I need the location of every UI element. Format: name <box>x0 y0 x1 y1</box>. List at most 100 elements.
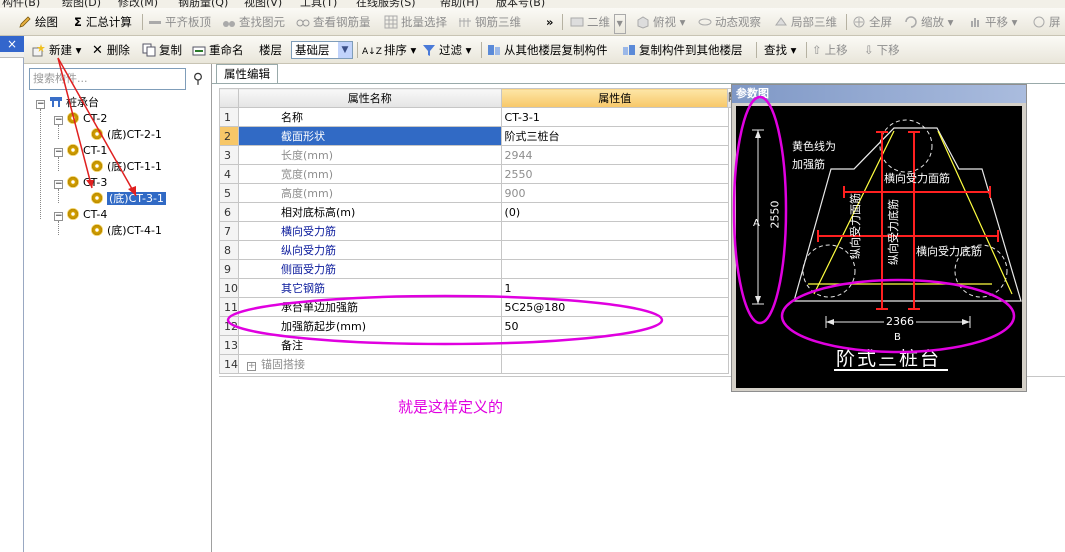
property-value[interactable]: 阶式三桩台 <box>500 126 730 146</box>
property-value[interactable]: CT-3-1 <box>500 107 730 127</box>
close-icon[interactable]: × <box>0 36 24 52</box>
dim-b-value: 2366 <box>884 315 916 328</box>
property-value[interactable]: 900 <box>500 183 730 203</box>
pan-button[interactable]: 平移 ▾ <box>968 13 1017 31</box>
table-row[interactable]: 7 横向受力筋 <box>219 221 730 241</box>
zoom-button[interactable]: 缩放 ▾ <box>904 13 953 31</box>
table-row[interactable]: 1 名称 CT-3-1 <box>219 107 730 127</box>
move-up-button[interactable]: ⇧ 上移 <box>812 41 848 59</box>
property-value[interactable] <box>500 354 730 374</box>
collapse-icon[interactable]: − <box>36 100 45 109</box>
table-row[interactable]: 3 长度(mm) 2944 <box>219 145 730 165</box>
tree-group[interactable]: − CT-2 <box>54 111 107 126</box>
collapse-icon[interactable]: − <box>54 116 63 125</box>
table-row[interactable]: 6 相对底标高(m) (0) <box>219 202 730 222</box>
expand-icon[interactable]: + <box>247 362 256 371</box>
component-icon <box>91 160 103 172</box>
sort-button[interactable]: A↓Z 排序 ▾ <box>362 41 416 59</box>
new-button[interactable]: 新建 ▾ <box>32 41 81 59</box>
property-value[interactable]: 2550 <box>500 164 730 184</box>
table-row[interactable]: 12 加强筋起步(mm) 50 <box>219 316 730 336</box>
rename-button[interactable]: 重命名 <box>192 41 244 59</box>
menu-modify[interactable]: 修改(M) <box>118 0 158 8</box>
tree-group[interactable]: − CT-1 <box>54 143 107 158</box>
property-value[interactable] <box>500 221 730 241</box>
copy-button[interactable]: 复制 <box>142 41 182 59</box>
property-value[interactable]: 5C25@180 <box>500 297 730 317</box>
tab-property-edit[interactable]: 属性编辑 <box>216 64 278 84</box>
table-row[interactable]: 4 宽度(mm) 2550 <box>219 164 730 184</box>
rebar-3d-button[interactable]: 钢筋三维 <box>458 13 521 31</box>
toolbar-overflow-button[interactable]: » <box>546 13 553 31</box>
search-input[interactable]: 搜索构件... <box>29 68 186 90</box>
property-value[interactable] <box>500 240 730 260</box>
parameter-diagram-title: 参数图 <box>732 85 1026 103</box>
table-row[interactable]: 8 纵向受力筋 <box>219 240 730 260</box>
menu-component[interactable]: 构件(B) <box>2 0 40 8</box>
menu-help[interactable]: 帮助(H) <box>440 0 479 8</box>
copy-to-floor-button[interactable]: 复制构件到其他楼层 <box>622 41 743 59</box>
property-value[interactable]: 50 <box>500 316 730 336</box>
main-toolbar: 绘图 Σ 汇总计算 平齐板顶 查找图元 查看钢筋量 批量选择 钢筋三维 » 二维 … <box>0 8 1065 36</box>
property-value[interactable] <box>500 259 730 279</box>
zoom-icon <box>904 15 918 29</box>
row-number-header <box>219 88 239 108</box>
table-row[interactable]: 10 其它钢筋 1 <box>219 278 730 298</box>
property-value[interactable]: 1 <box>500 278 730 298</box>
batch-select-button[interactable]: 批量选择 <box>384 13 447 31</box>
sort-icon: A↓Z <box>362 47 382 57</box>
menu-view[interactable]: 视图(V) <box>244 0 282 8</box>
table-row[interactable]: 13 备注 <box>219 335 730 355</box>
tree-group[interactable]: − CT-4 <box>54 207 107 222</box>
tree-item[interactable]: (底)CT-1-1 <box>91 159 162 174</box>
copy-icon <box>142 43 156 57</box>
grid-select-icon <box>384 15 398 29</box>
delete-button[interactable]: ✕ 删除 <box>92 41 130 59</box>
filter-button[interactable]: 过滤 ▾ <box>422 41 471 59</box>
table-row[interactable]: 5 高度(mm) 900 <box>219 183 730 203</box>
column-header-name: 属性名称 <box>238 88 502 108</box>
property-value[interactable] <box>500 335 730 355</box>
move-down-button[interactable]: ⇩ 下移 <box>864 41 900 59</box>
tree-group[interactable]: − CT-3 <box>54 175 107 190</box>
menu-rebar[interactable]: 钢筋量(Q) <box>178 0 228 8</box>
table-row[interactable]: 9 侧面受力筋 <box>219 259 730 279</box>
draw-button[interactable]: 绘图 <box>18 13 58 31</box>
floor-select[interactable]: 基础层 ▼ <box>291 41 353 59</box>
flush-slab-button[interactable]: 平齐板顶 <box>148 13 211 31</box>
property-value[interactable]: 2944 <box>500 145 730 165</box>
component-tree-panel: 搜索构件... ⚲ − 桩承台 − CT-2 (底)CT-2-1 − CT-1 (底)… <box>25 64 212 552</box>
menu-online[interactable]: 在线服务(S) <box>356 0 416 8</box>
table-row[interactable]: 14 + 锚固搭接 <box>219 354 730 374</box>
copy-from-floor-button[interactable]: 从其他楼层复制构件 <box>487 41 608 59</box>
view-rebar-button[interactable]: 查看钢筋量 <box>296 13 371 31</box>
tree-item-selected[interactable]: (底)CT-3-1 <box>91 191 166 206</box>
reinforce-note: 加强筋 <box>792 158 825 171</box>
view-mode-dropdown[interactable]: 二维 ▼ <box>570 13 626 34</box>
menu-version[interactable]: 版本号(B) <box>496 0 545 8</box>
tree-item[interactable]: (底)CT-4-1 <box>91 223 162 238</box>
tree-root[interactable]: − 桩承台 <box>36 95 99 110</box>
property-value[interactable]: (0) <box>500 202 730 222</box>
local-3d-button[interactable]: 局部三维 <box>774 13 837 31</box>
table-row[interactable]: 11 承台单边加强筋 5C25@180 <box>219 297 730 317</box>
menu-tools[interactable]: 工具(T) <box>300 0 337 8</box>
collapse-icon[interactable]: − <box>54 212 63 221</box>
find-button[interactable]: 查找 ▾ <box>764 41 796 59</box>
component-icon <box>91 128 103 140</box>
table-row-selected[interactable]: 2 截面形状 阶式三桩台 <box>219 126 730 146</box>
shape-name-label: 阶式三桩台 <box>836 348 942 370</box>
dynamic-view-button[interactable]: 动态观察 <box>698 13 761 31</box>
sum-calc-button[interactable]: Σ 汇总计算 <box>74 13 132 31</box>
collapse-icon[interactable]: − <box>54 180 63 189</box>
pencil-icon <box>18 15 32 29</box>
search-icon[interactable]: ⚲ <box>188 68 208 90</box>
menu-draw[interactable]: 绘图(D) <box>62 0 101 8</box>
screen-button[interactable]: 屏 <box>1032 13 1061 31</box>
dim-b-letter: B <box>894 332 901 343</box>
tree-item[interactable]: (底)CT-2-1 <box>91 127 162 142</box>
fullscreen-button[interactable]: 全屏 <box>852 13 892 31</box>
top-view-button[interactable]: 俯视 ▾ <box>636 13 685 31</box>
collapse-icon[interactable]: − <box>54 148 63 157</box>
find-element-button[interactable]: 查找图元 <box>222 13 285 31</box>
